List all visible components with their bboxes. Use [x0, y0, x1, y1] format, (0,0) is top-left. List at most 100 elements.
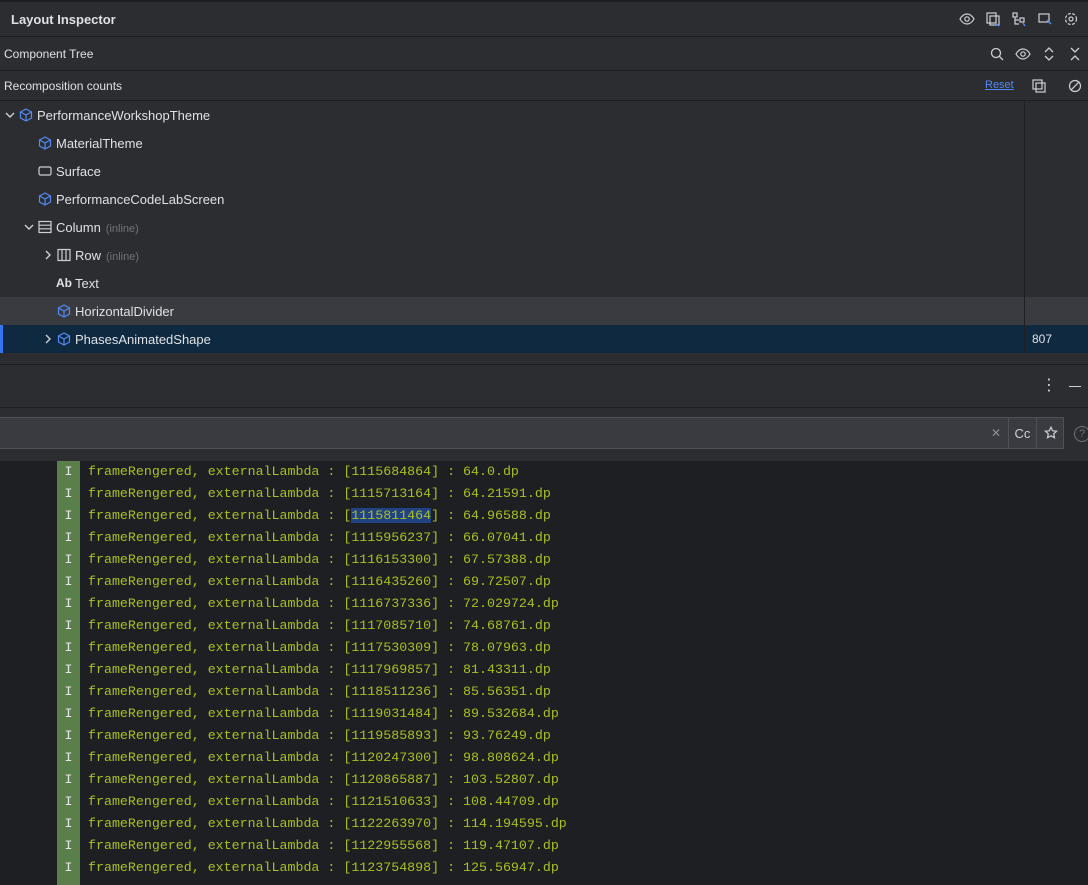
view-options-eye-icon[interactable]	[1010, 41, 1036, 67]
log-line[interactable]: IframeRengered, externalLambda : [112375…	[0, 857, 1088, 879]
eye-icon[interactable]	[954, 6, 980, 32]
log-id: 1122263970	[351, 816, 432, 831]
chevron-right-icon[interactable]	[42, 249, 54, 261]
log-level: I	[64, 464, 73, 479]
tree-row-row[interactable]: Row (inline)	[0, 241, 1088, 269]
chevron-down-icon[interactable]	[23, 221, 35, 233]
log-level: I	[64, 508, 73, 523]
log-id: 1117085710	[351, 618, 432, 633]
filter-input[interactable]	[0, 418, 978, 448]
expand-all-icon[interactable]	[1036, 41, 1062, 67]
log-level: I	[64, 794, 73, 809]
logcat-filter-bar: ✕ Cc	[0, 408, 1088, 461]
log-message: frameRengered, externalLambda : [1122263…	[88, 816, 567, 831]
log-line[interactable]: IframeRengered, externalLambda : [112024…	[0, 747, 1088, 769]
node-label: MaterialTheme	[56, 135, 143, 151]
log-id: 1120865887	[351, 772, 432, 787]
help-icon[interactable]: ?	[1074, 426, 1088, 442]
node-label: PhasesAnimatedShape	[75, 331, 211, 347]
log-line[interactable]: IframeRengered, externalLambda : [112086…	[0, 769, 1088, 791]
component-tree-toolbar: Component Tree	[0, 37, 1088, 71]
log-message: frameRengered, externalLambda : [1116737…	[88, 596, 559, 611]
logcat-output[interactable]: IframeRengered, externalLambda : [111568…	[0, 461, 1088, 885]
reset-link[interactable]: Reset	[985, 79, 1014, 91]
log-level: I	[64, 684, 73, 699]
log-line[interactable]: IframeRengered, externalLambda : [111753…	[0, 637, 1088, 659]
tree-row-materialtheme[interactable]: MaterialTheme	[0, 129, 1088, 157]
log-id: 1117530309	[351, 640, 432, 655]
compose-component-icon	[56, 331, 72, 347]
log-level: I	[64, 750, 73, 765]
log-id: 1123754898	[351, 860, 432, 875]
node-label: PerformanceWorkshopTheme	[37, 107, 211, 123]
chevron-down-icon[interactable]	[4, 109, 16, 121]
log-line[interactable]: IframeRengered, externalLambda : [111796…	[0, 659, 1088, 681]
tree-row-phasesanimatedshape[interactable]: PhasesAnimatedShape 807	[0, 325, 1088, 353]
clear-icon[interactable]: ✕	[984, 418, 1008, 448]
text-node-icon: Ab	[56, 276, 72, 290]
log-line[interactable]: IframeRengered, externalLambda : [112151…	[0, 791, 1088, 813]
log-id: 1119585893	[351, 728, 432, 743]
tree-row-horizontaldivider[interactable]: HorizontalDivider	[0, 297, 1088, 325]
log-line[interactable]: IframeRengered, externalLambda : [111958…	[0, 725, 1088, 747]
compose-component-icon	[18, 107, 34, 123]
log-line[interactable]: IframeRengered, externalLambda : [112295…	[0, 835, 1088, 857]
tree-row-performanceworkshoptheme[interactable]: PerformanceWorkshopTheme	[0, 101, 1088, 129]
collapse-all-icon[interactable]	[1062, 41, 1088, 67]
log-level: I	[64, 772, 73, 787]
log-line[interactable]: IframeRengered, externalLambda : [111903…	[0, 703, 1088, 725]
compose-component-icon	[37, 135, 53, 151]
chevron-right-icon[interactable]	[42, 333, 54, 345]
select-device-icon[interactable]	[1032, 6, 1058, 32]
log-id: 1120247300	[351, 750, 432, 765]
log-line[interactable]: IframeRengered, externalLambda : [111851…	[0, 681, 1088, 703]
log-id: 1115811464	[351, 508, 432, 523]
tree-row-performancecodelabscreen[interactable]: PerformanceCodeLabScreen	[0, 185, 1088, 213]
settings-gear-icon[interactable]	[1058, 6, 1084, 32]
log-line[interactable]: IframeRengered, externalLambda : [111643…	[0, 571, 1088, 593]
log-message: frameRengered, externalLambda : [1123754…	[88, 860, 559, 875]
copy-icon[interactable]	[1026, 73, 1052, 99]
log-message: frameRengered, externalLambda : [1115713…	[88, 486, 551, 501]
log-id: 1115956237	[351, 530, 432, 545]
favorite-star-icon[interactable]	[1036, 418, 1064, 448]
log-id: 1122955568	[351, 838, 432, 853]
more-options-icon[interactable]: ⋮	[1040, 377, 1058, 395]
tree-row-column[interactable]: Column (inline)	[0, 213, 1088, 241]
log-message: frameRengered, externalLambda : [1115811…	[88, 508, 551, 523]
log-id: 1116153300	[351, 552, 432, 567]
tree-row-surface[interactable]: Surface	[0, 157, 1088, 185]
log-level: I	[64, 816, 73, 831]
log-line[interactable]: IframeRengered, externalLambda : [111568…	[0, 461, 1088, 483]
tree-row-text[interactable]: Ab Text	[0, 269, 1088, 297]
log-level: I	[64, 618, 73, 633]
log-line[interactable]: IframeRengered, externalLambda : [111708…	[0, 615, 1088, 637]
splitter[interactable]	[0, 353, 1088, 365]
minimize-icon[interactable]	[1066, 377, 1084, 395]
log-message: frameRengered, externalLambda : [1117969…	[88, 662, 551, 677]
log-message: frameRengered, externalLambda : [1122955…	[88, 838, 559, 853]
log-line[interactable]: IframeRengered, externalLambda : [111673…	[0, 593, 1088, 615]
tree-export-icon[interactable]	[1006, 6, 1032, 32]
log-line[interactable]: IframeRengered, externalLambda : [111595…	[0, 527, 1088, 549]
match-case-toggle[interactable]: Cc	[1008, 418, 1036, 448]
log-message: frameRengered, externalLambda : [1121510…	[88, 794, 559, 809]
log-id: 1119031484	[351, 706, 432, 721]
search-icon[interactable]	[984, 41, 1010, 67]
log-line[interactable]: IframeRengered, externalLambda : [111615…	[0, 549, 1088, 571]
log-message: frameRengered, externalLambda : [1117085…	[88, 618, 551, 633]
row-layout-icon	[56, 247, 72, 263]
log-message: frameRengered, externalLambda : [1118511…	[88, 684, 551, 699]
log-level: I	[64, 552, 73, 567]
log-line[interactable]: IframeRengered, externalLambda : [111581…	[0, 505, 1088, 527]
component-tree: PerformanceWorkshopTheme MaterialTheme S…	[0, 101, 1088, 353]
log-line[interactable]: IframeRengered, externalLambda : [112226…	[0, 813, 1088, 835]
compose-component-icon	[56, 303, 72, 319]
inline-tag: (inline)	[105, 222, 139, 235]
disable-icon[interactable]	[1062, 73, 1088, 99]
snapshot-icon[interactable]	[980, 6, 1006, 32]
log-line[interactable]: IframeRengered, externalLambda : [111571…	[0, 483, 1088, 505]
node-label: Surface	[56, 163, 101, 179]
panel-title: Layout Inspector	[11, 11, 116, 27]
inline-tag: (inline)	[106, 250, 140, 263]
